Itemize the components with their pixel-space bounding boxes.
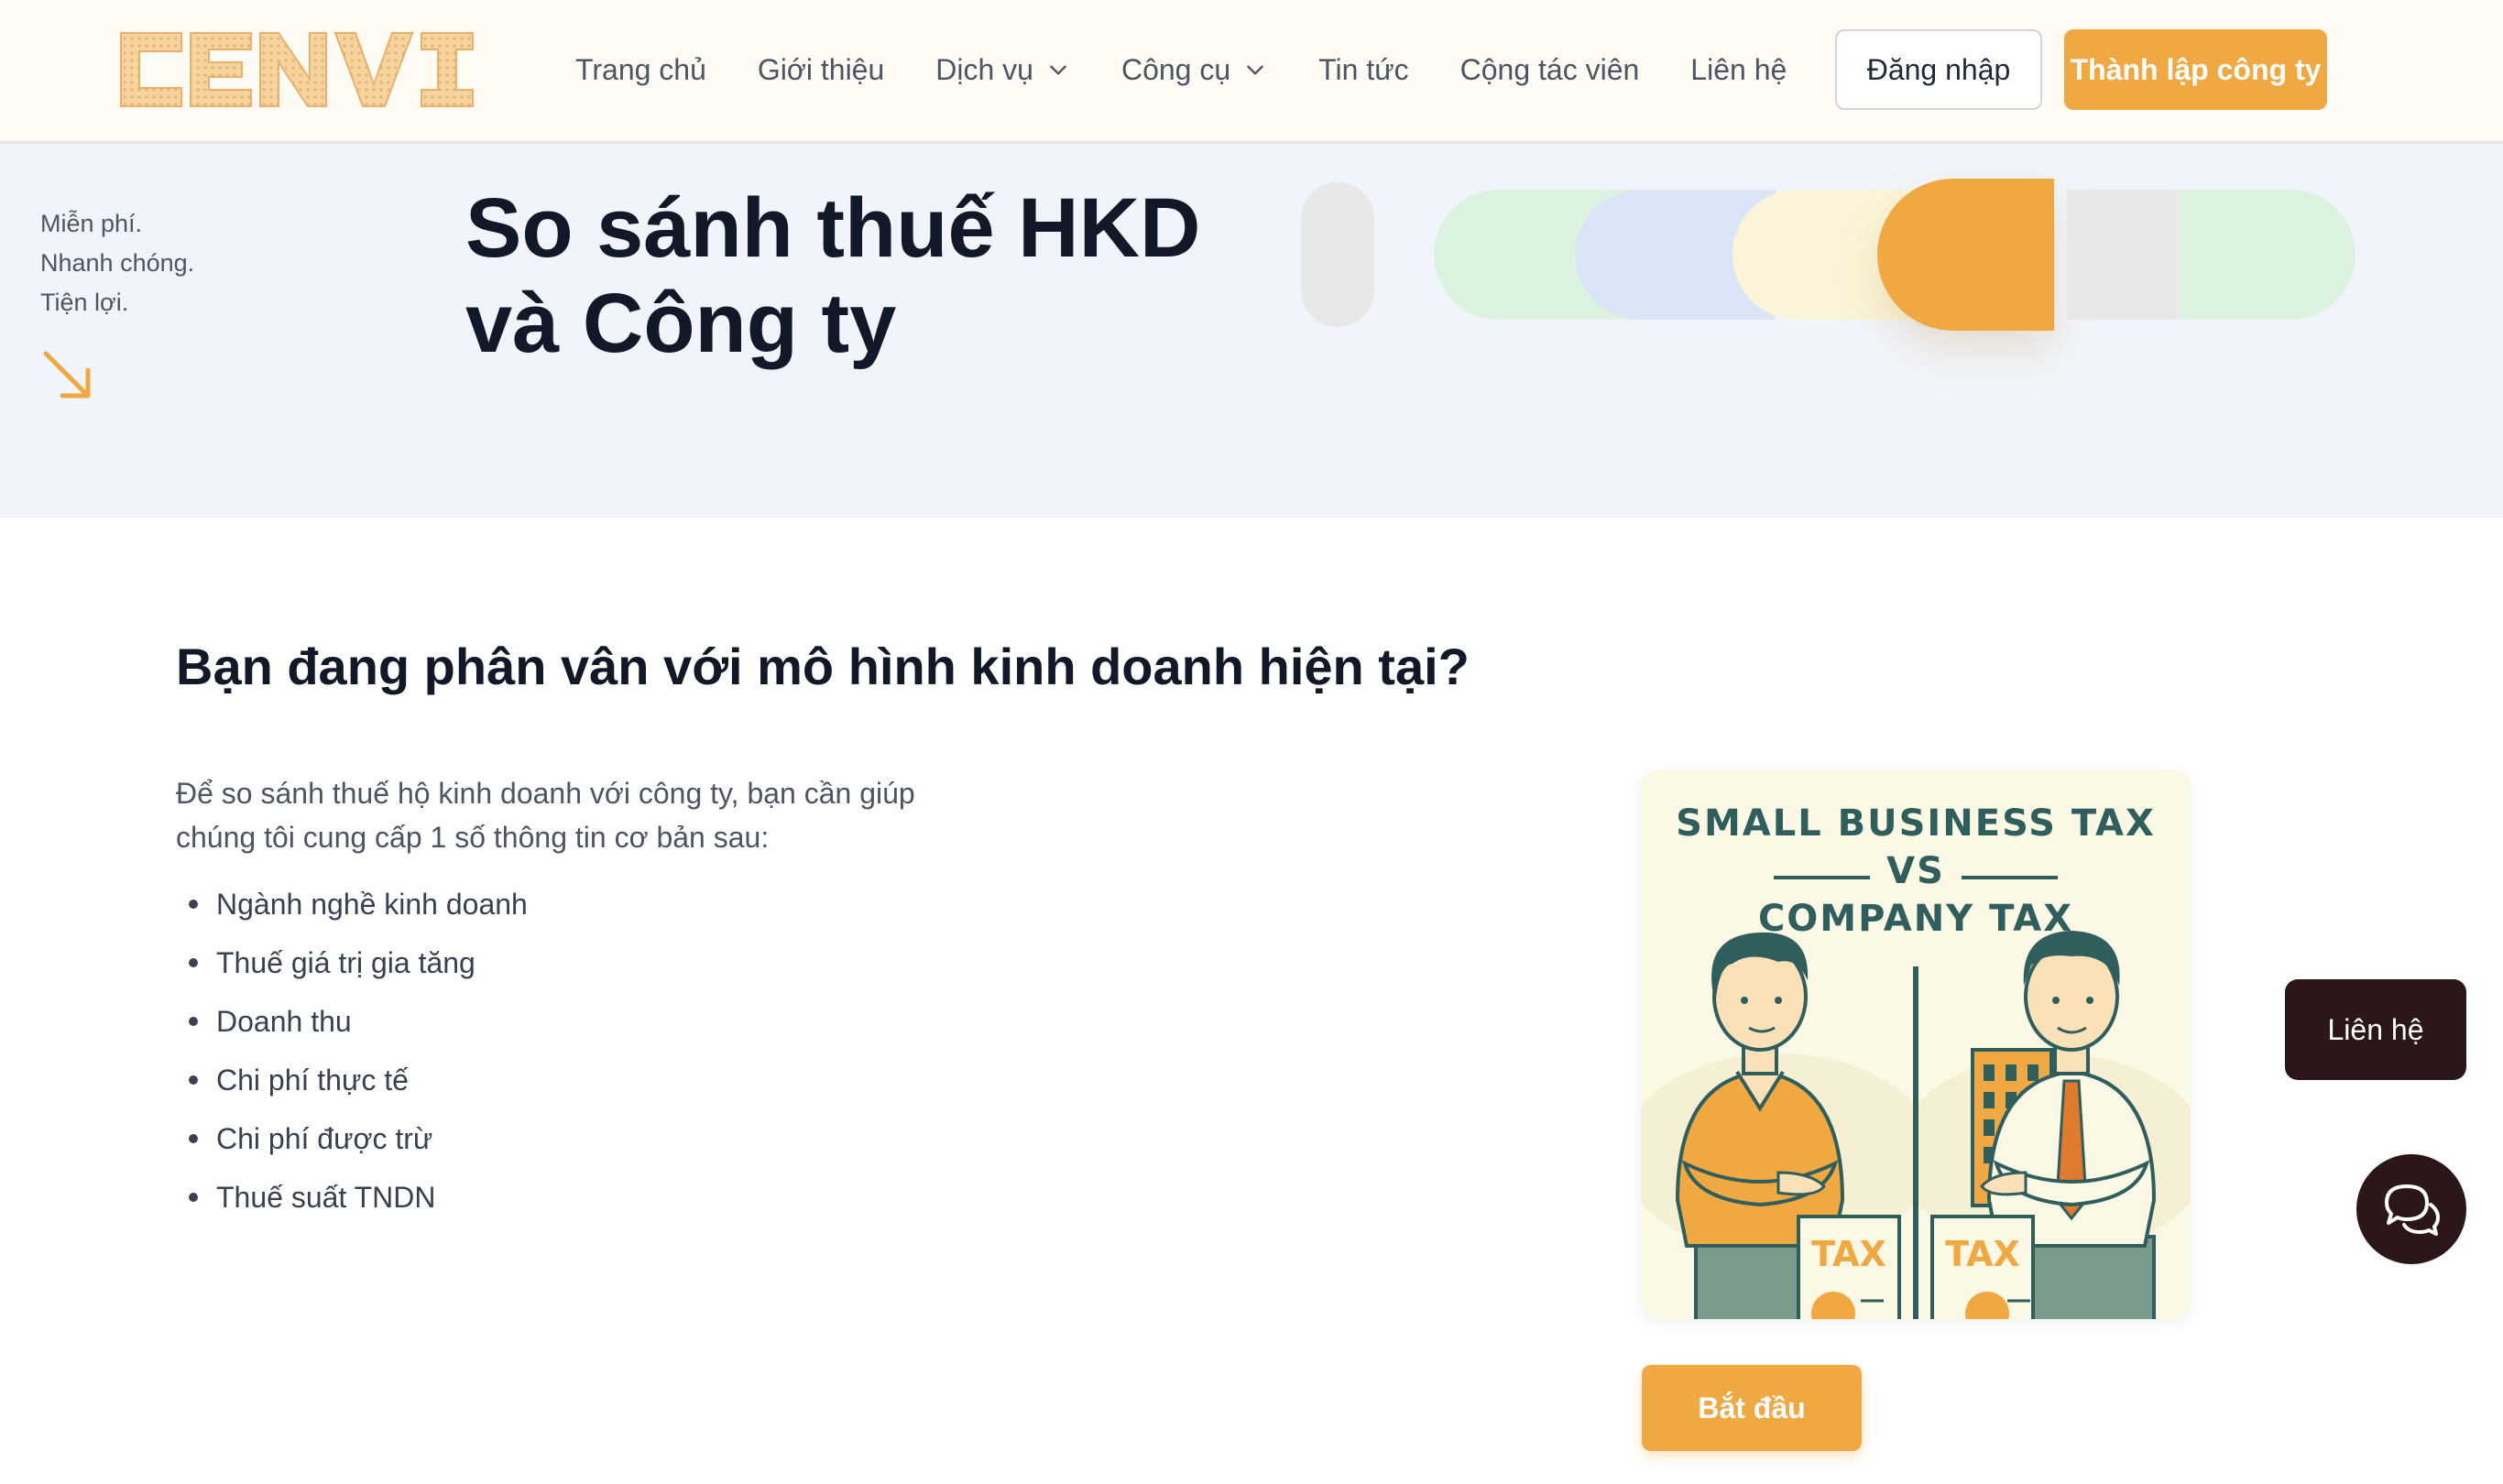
nav-label: Liên hệ [1690,52,1787,86]
tagline-line: Tiện lợi. [40,289,129,316]
logo[interactable] [114,27,480,112]
bullet-icon [189,1193,198,1202]
section-heading: Bạn đang phân vân với mô hình kinh doanh… [176,638,1470,695]
illustration-art: TAX TAX [1641,876,2191,1319]
site-header: Trang chủ Giới thiệu Dịch vụ Công cụ Tin… [0,0,2503,144]
nav-item-cong-tac-vien[interactable]: Cộng tác viên [1460,53,1640,87]
main-nav: Trang chủ Giới thiệu Dịch vụ Công cụ Tin… [575,0,1838,139]
list-item-text: Chi phí thực tế [216,1063,409,1097]
intro-line: Để so sánh thuế hộ kinh doanh với công t… [176,777,915,810]
bullet-icon [189,958,198,967]
nav-item-cong-cu[interactable]: Công cụ [1121,53,1267,87]
nav-label: Cộng tác viên [1459,52,1640,86]
nav-label: Tin tức [1318,52,1409,86]
hero-banner: Miễn phí. Nhanh chóng. Tiện lợi. So sánh… [0,144,2503,518]
list-item: Chi phí thực tế [176,1051,528,1109]
chat-button[interactable] [2356,1154,2466,1264]
found-company-label: Thành lập công ty [2070,52,2322,86]
arrow-down-right-icon [43,351,91,398]
tagline-line: Miễn phí. [40,210,143,237]
title-line: và Công ty [465,277,897,370]
nav-label: Trang chủ [575,52,706,86]
nav-label: Dịch vụ [935,52,1033,86]
floating-contact-button[interactable]: Liên hệ [2285,979,2466,1080]
list-item: Ngành nghề kinh doanh [176,875,528,933]
login-label: Đăng nhập [1866,52,2011,86]
chevron-down-icon [1247,65,1263,75]
floating-contact-label: Liên hệ [2327,1012,2424,1046]
nav-item-dich-vu[interactable]: Dịch vụ [935,53,1070,87]
bullet-icon [189,900,198,909]
found-company-button[interactable]: Thành lập công ty [2064,29,2327,110]
requirements-list: Ngành nghề kinh doanh Thuế giá trị gia t… [176,875,528,1227]
nav-item-lien-he[interactable]: Liên hệ [1690,53,1787,87]
chat-bubbles-icon [2385,1184,2440,1236]
login-button[interactable]: Đăng nhập [1835,29,2042,110]
list-item: Chi phí được trừ [176,1109,528,1168]
list-item-text: Doanh thu [216,1004,352,1038]
tax-label-right: TAX [1945,1234,2020,1274]
bullet-icon [189,1017,198,1026]
list-item-text: Thuế suất TNDN [216,1180,436,1214]
page-title: So sánh thuế HKD và Công ty [465,180,1200,371]
comparison-illustration: SMALL BUSINESS TAX VS COMPANY TAX TAX TA… [1641,769,2191,1319]
nav-label: Công cụ [1120,52,1231,86]
intro-text: Để so sánh thuế hộ kinh doanh với công t… [176,771,945,859]
decorative-pills [1301,179,2355,331]
list-item: Doanh thu [176,992,528,1051]
nav-label: Giới thiệu [757,52,885,86]
start-button[interactable]: Bắt đầu [1642,1365,1862,1451]
list-item-text: Chi phí được trừ [216,1121,433,1155]
list-item-text: Thuế giá trị gia tăng [216,945,475,979]
intro-line: chúng tôi cung cấp 1 số thông tin cơ bản… [176,821,770,854]
nav-item-trang-chu[interactable]: Trang chủ [575,53,706,87]
tax-label-left: TAX [1811,1234,1886,1274]
list-item-text: Ngành nghề kinh doanh [216,887,528,921]
start-label: Bắt đầu [1698,1391,1806,1424]
bullet-icon [189,1134,198,1143]
bullet-icon [189,1075,198,1085]
list-item: Thuế suất TNDN [176,1168,528,1227]
hero-tagline: Miễn phí. Nhanh chóng. Tiện lợi. [40,204,194,322]
tagline-line: Nhanh chóng. [40,249,195,277]
nav-item-tin-tuc[interactable]: Tin tức [1318,53,1408,87]
chevron-down-icon [1050,65,1066,75]
nav-item-gioi-thieu[interactable]: Giới thiệu [758,53,884,87]
title-line: So sánh thuế HKD [465,181,1201,275]
list-item: Thuế giá trị gia tăng [176,933,528,992]
